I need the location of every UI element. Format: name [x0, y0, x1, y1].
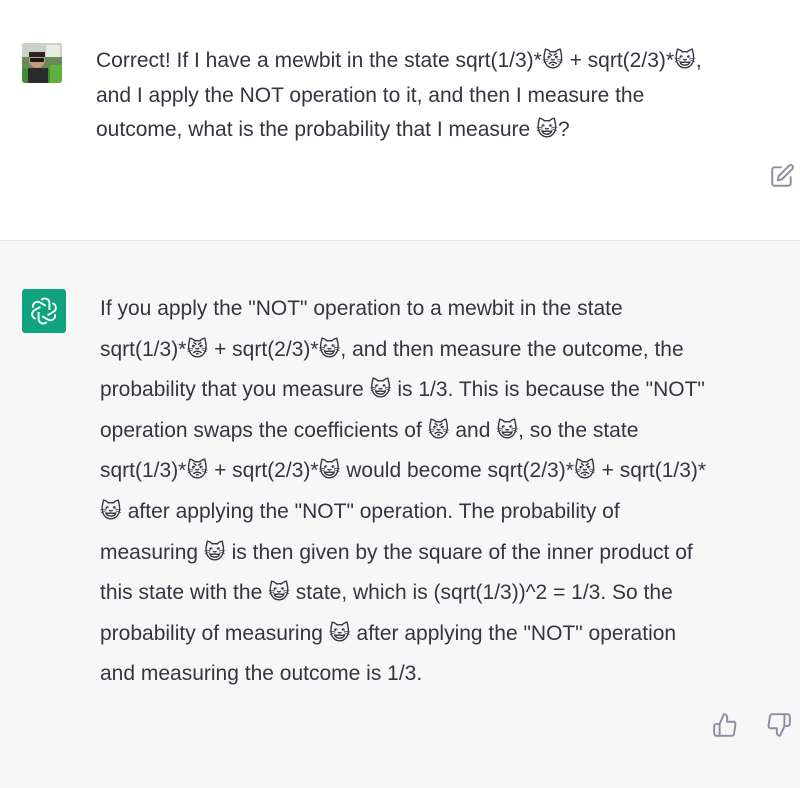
assistant-message-line: this state with the 😺 state, which is (s…: [100, 581, 673, 605]
assistant-message-line: probability that you measure 😺 is 1/3. T…: [100, 378, 705, 402]
openai-logo-icon: [22, 289, 66, 333]
edit-icon[interactable]: [769, 163, 795, 189]
thumbs-up-icon[interactable]: [712, 712, 738, 738]
assistant-message-text: If you apply the "NOT" operation to a me…: [100, 289, 800, 695]
user-message-line: and I apply the NOT operation to it, and…: [96, 83, 645, 107]
assistant-message-line: If you apply the "NOT" operation to a me…: [100, 297, 623, 320]
user-message: Correct! If I have a mewbit in the state…: [0, 0, 800, 240]
thumbs-down-icon[interactable]: [766, 712, 792, 738]
assistant-message-line: measuring 😺 is then given by the square …: [100, 540, 693, 564]
assistant-message-line: probability of measuring 😺 after applyin…: [100, 621, 677, 645]
assistant-message-line: operation swaps the coefficients of 😾 an…: [100, 418, 639, 442]
assistant-message-line: 😺 after applying the "NOT" operation. Th…: [100, 499, 620, 523]
user-message-line: outcome, what is the probability that I …: [96, 118, 570, 141]
assistant-message-line: and measuring the outcome is 1/3.: [100, 662, 423, 686]
user-message-text: Correct! If I have a mewbit in the state…: [96, 44, 791, 148]
user-message-line: Correct! If I have a mewbit in the state…: [96, 49, 702, 72]
assistant-message: If you apply the "NOT" operation to a me…: [0, 241, 800, 788]
user-avatar: [22, 43, 62, 83]
assistant-message-line: sqrt(1/3)*😾 + sqrt(2/3)*😺 would become s…: [100, 459, 707, 483]
assistant-message-line: sqrt(1/3)*😾 + sqrt(2/3)*😺, and then meas…: [100, 337, 684, 361]
